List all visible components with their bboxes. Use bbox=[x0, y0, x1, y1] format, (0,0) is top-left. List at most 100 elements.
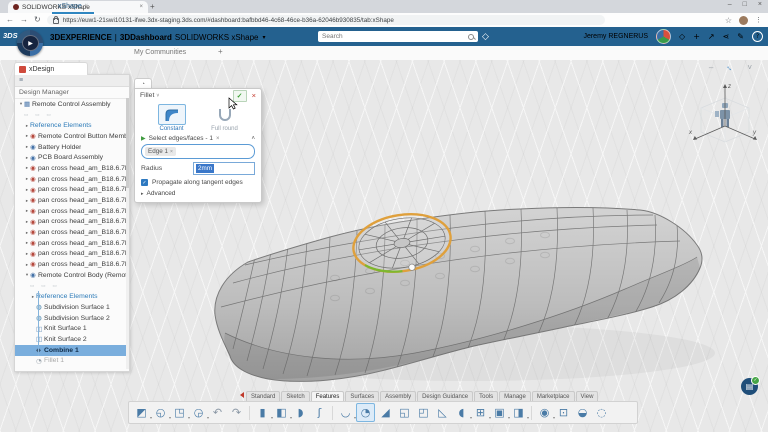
minimize-icon[interactable]: – bbox=[728, 1, 732, 8]
tree-item[interactable]: ▾ ▦ Remote Control Assembly bbox=[15, 99, 129, 110]
fillet-tool-button[interactable]: ◔ bbox=[356, 403, 375, 422]
pocket-tool-button[interactable]: ◧ ▾ bbox=[273, 404, 292, 421]
ribbon-tab-tools[interactable]: Tools bbox=[474, 391, 499, 401]
ribbon-tab-design-guidance[interactable]: Design Guidance bbox=[417, 391, 474, 401]
tree-item[interactable]: ▸ ◉ pan cross head_am_B18.6.7M - bbox=[15, 249, 129, 260]
loft-tool-button[interactable]: ◩ ▾ bbox=[133, 404, 152, 421]
user-name[interactable]: Jeremy REGNERUS bbox=[583, 33, 648, 40]
bookmark-icon[interactable]: ◇ bbox=[679, 32, 685, 41]
browser-menu-icon[interactable]: ⋮ bbox=[755, 16, 762, 24]
wireframe-tool-button[interactable]: ◌ bbox=[593, 404, 610, 421]
collapse-icon[interactable]: ˄ bbox=[251, 136, 255, 142]
thicken-tool-button[interactable]: ◡ ▾ bbox=[337, 404, 356, 421]
tree-item[interactable]: ▸ ◉ PCB Board Assembly bbox=[15, 152, 129, 163]
mirror-tool-button[interactable]: ◖ ▾ bbox=[453, 404, 472, 421]
ribbon-tab-features[interactable]: Features bbox=[310, 391, 345, 401]
chip-remove-icon[interactable]: × bbox=[170, 149, 173, 155]
chamfer-tool-button[interactable]: ◢ bbox=[377, 404, 394, 421]
tree-view-icon[interactable]: ≡ bbox=[19, 77, 23, 84]
widget-expand-icon[interactable]: ↔ bbox=[724, 61, 736, 73]
clear-selection-icon[interactable]: × bbox=[216, 136, 220, 142]
tree-item[interactable]: ◫ Knit Surface 1 bbox=[15, 323, 129, 335]
ribbon-tab-manage[interactable]: Manage bbox=[499, 391, 531, 401]
ribbon-tab-assembly[interactable]: Assembly bbox=[380, 391, 417, 401]
widget-more-icon[interactable]: ˅ bbox=[747, 63, 752, 72]
tree-item[interactable]: ◫ Knit Surface 2 bbox=[15, 334, 129, 345]
propagate-checkbox[interactable]: ✓ bbox=[141, 179, 148, 186]
search-input[interactable] bbox=[322, 33, 468, 40]
search-box[interactable] bbox=[318, 31, 478, 42]
tree-item[interactable]: ▸ ◉ pan cross head_am_B18.6.7M - bbox=[15, 217, 129, 228]
chevron-down-icon[interactable]: ˅ bbox=[156, 93, 159, 99]
back-icon[interactable]: ← bbox=[6, 16, 14, 24]
sweep-tool-button[interactable]: ◳ ▾ bbox=[171, 404, 190, 421]
revolve-tool-button[interactable]: ◵ ▾ bbox=[152, 404, 171, 421]
tree-item[interactable]: ▸ ◉ pan cross head_am_B18.6.7M - bbox=[15, 259, 129, 270]
redo-button[interactable]: ↷ bbox=[228, 404, 245, 421]
maximize-icon[interactable]: □ bbox=[743, 1, 747, 8]
tab-close-icon[interactable]: × bbox=[139, 4, 143, 10]
boolean-tool-button[interactable]: ▣ ▾ bbox=[491, 404, 510, 421]
boundary-tool-button[interactable]: ◶ ▾ bbox=[190, 404, 209, 421]
sync-status-badge[interactable]: ▤ ✓ bbox=[741, 376, 760, 395]
fillet-dialog-header[interactable]: Fillet ˅ ✓ × bbox=[135, 89, 261, 102]
radius-input[interactable]: 2mm bbox=[193, 162, 255, 175]
tree-item[interactable]: ▸◉Remote Control Button Membra... bbox=[15, 131, 129, 142]
compass-icon[interactable]: ▶ bbox=[17, 30, 43, 56]
extrude-tool-button[interactable]: ▮ ▾ bbox=[254, 404, 273, 421]
ribbon-tab-sketch[interactable]: Sketch bbox=[281, 391, 310, 401]
reload-icon[interactable]: ↻ bbox=[34, 16, 41, 24]
tree-item[interactable]: ▸ ◉ pan cross head_am_B18.6.7M - bbox=[15, 174, 129, 185]
axis-triad[interactable]: z x y bbox=[687, 74, 762, 154]
tabs-collapse-marker[interactable] bbox=[240, 392, 244, 398]
close-icon[interactable]: × bbox=[758, 1, 762, 8]
tree-item[interactable]: ▸ Reference Elements bbox=[15, 291, 129, 303]
cancel-button[interactable]: × bbox=[252, 91, 256, 100]
tree-item[interactable]: ▾ ◉ Remote Control Body (Remote... bbox=[15, 270, 129, 281]
edit-icon[interactable]: ✎ bbox=[737, 32, 744, 41]
bookmark-star-icon[interactable]: ☆ bbox=[725, 16, 732, 25]
option-constant[interactable]: Constant bbox=[157, 104, 186, 132]
shell-tool-button[interactable]: ◱ bbox=[396, 404, 413, 421]
browser-profile-avatar[interactable] bbox=[739, 15, 748, 25]
tab-xshape[interactable]: xShape ˅ bbox=[52, 0, 94, 14]
advanced-toggle[interactable]: ▸ Advanced bbox=[141, 190, 255, 197]
snapshot-tool-button[interactable]: ◉ ▾ bbox=[536, 404, 555, 421]
tree-item[interactable]: ▸ ◉ pan cross head_am_B18.6.7M - bbox=[15, 185, 129, 196]
ribbon-tab-marketplace[interactable]: Marketplace bbox=[531, 391, 575, 401]
ribbon-tab-view[interactable]: View bbox=[575, 391, 599, 401]
tree-item[interactable]: ◍Subdivision Surface 1 bbox=[15, 302, 129, 313]
undo-button[interactable]: ↶ bbox=[209, 404, 226, 421]
add-icon[interactable]: + bbox=[693, 32, 700, 41]
tree-item[interactable]: ▸ ◉ pan cross head_am_B18.6.7M - bbox=[15, 163, 129, 174]
section-tool-button[interactable]: ◒ bbox=[574, 404, 591, 421]
ribbon-tab-standard[interactable]: Standard bbox=[246, 391, 281, 401]
dropdown-arrow-icon[interactable]: ▾ bbox=[527, 416, 529, 420]
edge-selection-field[interactable]: Edge 1 × bbox=[141, 144, 255, 159]
tree-item[interactable]: ◍Subdivision Surface 2 bbox=[15, 312, 129, 324]
forward-icon[interactable]: → bbox=[20, 16, 28, 24]
remote-control-model[interactable] bbox=[185, 183, 725, 388]
tree-item[interactable]: ▸ ◉ pan cross head_am_B18.6.7M - bbox=[15, 206, 129, 217]
draft-tool-button[interactable]: ◰ bbox=[415, 404, 432, 421]
tree-item[interactable]: ◔ Fillet 1 bbox=[15, 356, 129, 367]
add-tab-button[interactable]: + bbox=[218, 47, 223, 56]
new-tab-button[interactable]: + bbox=[150, 2, 155, 11]
tag-icon[interactable]: ◇ bbox=[482, 31, 489, 42]
pattern-tool-button[interactable]: ⊞ ▾ bbox=[472, 404, 491, 421]
tree-item[interactable]: ▸ ◉ pan cross head_am_B18.6.7M - bbox=[15, 227, 129, 238]
tree-item[interactable]: ▸ ◉ pan cross head_am_B18.6.7M - bbox=[15, 195, 129, 206]
render-tool-button[interactable]: ⊡ bbox=[555, 404, 572, 421]
widget-minimize-icon[interactable]: – bbox=[709, 63, 713, 72]
tab-my-communities[interactable]: My Communities bbox=[128, 46, 192, 58]
ribbon-tab-surfaces[interactable]: Surfaces bbox=[345, 391, 380, 401]
tab-xdesign[interactable]: xDesign bbox=[14, 62, 88, 75]
tree-item[interactable]: ▸ ◉ pan cross head_am_B18.6.7M - bbox=[15, 238, 129, 249]
rib-tool-button[interactable]: ◗ bbox=[292, 404, 309, 421]
tree-item[interactable]: ▸ Reference Elements bbox=[15, 120, 129, 131]
help-icon[interactable]: ? bbox=[752, 31, 763, 42]
chevron-down-icon[interactable]: ▾ bbox=[262, 34, 265, 41]
address-bar[interactable]: https://euw1-21swi10131-ifwe.3dx-staging… bbox=[46, 15, 605, 25]
user-avatar[interactable] bbox=[656, 29, 672, 44]
edge-chip[interactable]: Edge 1 × bbox=[145, 147, 176, 156]
